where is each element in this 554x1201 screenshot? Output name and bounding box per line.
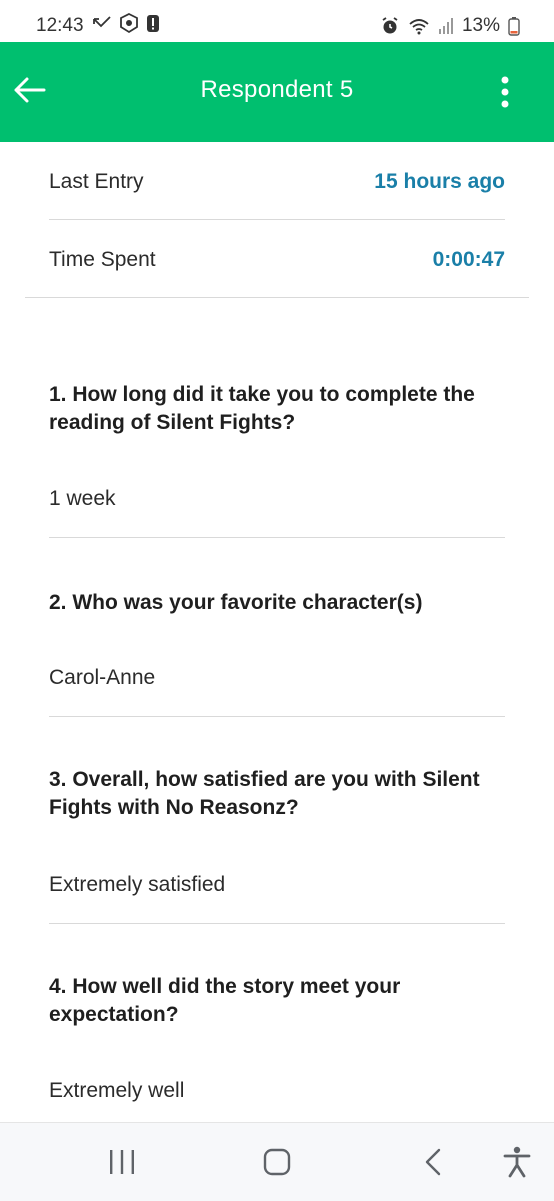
shield-app-icon bbox=[120, 12, 138, 34]
time-spent-value: 0:00:47 bbox=[432, 248, 505, 271]
section-divider bbox=[25, 297, 529, 298]
answer-4: Extremely well bbox=[49, 1079, 185, 1102]
question-2-line-1: 2. Who was your favorite character(s) bbox=[49, 591, 423, 614]
signal-icon bbox=[438, 18, 453, 34]
question-4-line-1: 4. How well did the story meet your bbox=[49, 975, 401, 998]
question-4: 4. How well did the story meet your expe… bbox=[49, 973, 509, 1029]
divider bbox=[49, 219, 505, 220]
system-nav-bar bbox=[0, 1122, 554, 1201]
last-entry-row: Last Entry 15 hours ago bbox=[49, 143, 505, 221]
wifi-icon bbox=[409, 19, 429, 35]
divider bbox=[49, 923, 505, 924]
question-1: 1. How long did it take you to complete … bbox=[49, 381, 509, 437]
more-vertical-icon[interactable] bbox=[500, 76, 510, 108]
back-chevron-icon[interactable] bbox=[423, 1148, 443, 1176]
answer-1: 1 week bbox=[49, 487, 116, 510]
question-2: 2. Who was your favorite character(s) bbox=[49, 589, 509, 617]
question-1-line-1: 1. How long did it take you to complete … bbox=[49, 383, 475, 406]
last-entry-label: Last Entry bbox=[49, 170, 144, 193]
time-spent-label: Time Spent bbox=[49, 248, 156, 271]
battery-percent: 13% bbox=[461, 15, 500, 36]
divider bbox=[49, 537, 505, 538]
status-time: 12:43 bbox=[36, 15, 84, 36]
app-bar: Respondent 5 bbox=[0, 42, 554, 142]
question-1-line-2: reading of Silent Fights? bbox=[49, 411, 296, 434]
question-4-line-2: expectation? bbox=[49, 1003, 179, 1026]
status-bar: 12:43 13% bbox=[0, 0, 554, 42]
accessibility-icon[interactable] bbox=[503, 1146, 531, 1178]
status-notification-icons bbox=[92, 12, 160, 34]
alert-badge-icon bbox=[147, 15, 159, 32]
recent-apps-icon[interactable] bbox=[108, 1149, 136, 1175]
last-entry-value: 15 hours ago bbox=[374, 170, 505, 193]
page-title: Respondent 5 bbox=[200, 76, 354, 103]
question-3-line-2: Fights with No Reasonz? bbox=[49, 796, 299, 819]
battery-icon bbox=[508, 17, 520, 36]
question-3: 3. Overall, how satisfied are you with S… bbox=[49, 766, 509, 822]
divider bbox=[49, 716, 505, 717]
missed-call-icon bbox=[93, 16, 111, 28]
answer-2: Carol-Anne bbox=[49, 666, 156, 689]
alarm-icon bbox=[382, 17, 398, 34]
time-spent-row: Time Spent 0:00:47 bbox=[49, 221, 505, 299]
status-system-icons: 13% bbox=[380, 15, 520, 37]
home-icon[interactable] bbox=[263, 1148, 291, 1176]
question-3-line-1: 3. Overall, how satisfied are you with S… bbox=[49, 768, 480, 791]
answer-3: Extremely satisfied bbox=[49, 873, 226, 896]
